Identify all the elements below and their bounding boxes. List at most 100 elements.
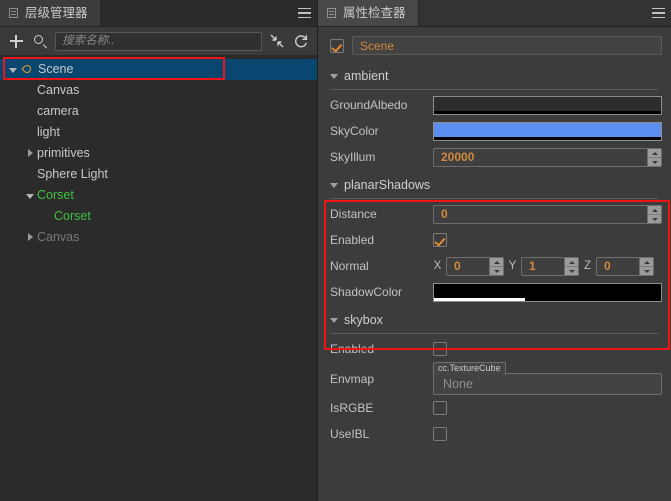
- checkbox-enabled[interactable]: [433, 342, 447, 356]
- property-label: Distance: [330, 207, 377, 221]
- chevron-right-icon[interactable]: [23, 143, 37, 164]
- inspector-menu-button[interactable]: [645, 0, 671, 26]
- number-value: 1: [529, 259, 536, 273]
- stepper-normal-z[interactable]: [639, 257, 653, 275]
- hamburger-menu-icon-bar2: [651, 12, 665, 14]
- property-sections: ambient GroundAlbedo SkyColor SkyIllum 20000…: [326, 66, 662, 447]
- number-value: 20000: [441, 150, 475, 164]
- property-row-shadowcolor: ShadowColor: [326, 279, 662, 305]
- checkbox-isrgbe[interactable]: [433, 401, 447, 415]
- stepper-up-icon[interactable]: [648, 149, 661, 157]
- number-input-normal-z[interactable]: 0: [596, 256, 654, 276]
- property-control: [433, 427, 662, 441]
- node-name-field[interactable]: Scene: [352, 36, 662, 55]
- stepper-normal-x[interactable]: [489, 257, 503, 275]
- section-header-ambient[interactable]: ambient: [326, 66, 662, 86]
- tree-item-light[interactable]: light: [0, 122, 317, 143]
- tab-hierarchy[interactable]: 层级管理器: [0, 0, 101, 26]
- chevron-down-icon[interactable]: [6, 59, 20, 80]
- section-header-planarShadows[interactable]: planarShadows: [326, 175, 662, 195]
- property-row-envmap: Envmap cc.TextureCube None: [326, 362, 662, 395]
- property-label: Normal: [330, 259, 369, 273]
- stepper-normal-y[interactable]: [564, 257, 578, 275]
- tree-item-label: Corset: [37, 188, 74, 203]
- property-control: [433, 401, 662, 415]
- hamburger-menu-icon: [651, 7, 665, 10]
- collapse-all-icon[interactable]: [268, 32, 286, 50]
- stepper-up-icon[interactable]: [648, 206, 661, 214]
- refresh-icon[interactable]: [292, 32, 310, 50]
- tree-item-camera[interactable]: camera: [0, 101, 317, 122]
- stepper-distance[interactable]: [647, 205, 661, 223]
- tree-item-label: primitives: [37, 146, 90, 161]
- tree-item-scene[interactable]: Scene: [0, 59, 317, 80]
- stepper-up-icon[interactable]: [490, 258, 503, 266]
- stepper-up-icon[interactable]: [640, 258, 653, 266]
- color-swatch-shadowcolor[interactable]: [433, 282, 662, 302]
- chevron-down-icon: [330, 182, 338, 188]
- tab-inspector[interactable]: 属性检查器: [318, 0, 419, 26]
- property-row-skycolor: SkyColor: [326, 118, 662, 144]
- tree-item-label: Canvas: [37, 83, 80, 98]
- property-control: cc.TextureCube None: [433, 362, 662, 395]
- section-divider: [330, 89, 658, 90]
- hamburger-menu-icon-bar3: [297, 16, 311, 19]
- stepper-down-icon[interactable]: [648, 213, 661, 223]
- hamburger-menu-icon-bar2: [297, 12, 311, 14]
- section-divider: [330, 333, 658, 334]
- tree-item-label: light: [37, 125, 60, 140]
- tab-inspector-label: 属性检查器: [343, 5, 406, 20]
- tree-item-corset[interactable]: Corset: [0, 206, 317, 227]
- asset-value-box[interactable]: None: [433, 373, 662, 395]
- property-label: IsRGBE: [330, 401, 374, 415]
- stepper-skyillum[interactable]: [647, 148, 661, 166]
- hierarchy-menu-button[interactable]: [291, 0, 317, 26]
- stepper-down-icon[interactable]: [648, 156, 661, 166]
- number-input-skyillum[interactable]: 20000: [433, 147, 662, 167]
- tree-item-corset[interactable]: Corset: [0, 185, 317, 206]
- chevron-down-icon[interactable]: [23, 185, 37, 206]
- section-divider: [330, 198, 658, 199]
- number-input-distance[interactable]: 0: [433, 204, 662, 224]
- property-control: X0Y1Z0: [433, 256, 662, 276]
- search-input[interactable]: [55, 31, 262, 51]
- number-value: 0: [441, 207, 448, 221]
- chevron-right-icon[interactable]: [23, 227, 37, 248]
- alpha-track: [434, 110, 661, 114]
- checkbox-useibl[interactable]: [433, 427, 447, 441]
- section-header-skybox[interactable]: skybox: [326, 310, 662, 330]
- tree-item-canvas[interactable]: Canvas: [0, 80, 317, 101]
- stepper-down-icon[interactable]: [640, 265, 653, 275]
- tree-item-primitives[interactable]: primitives: [0, 143, 317, 164]
- search-icon[interactable]: [31, 32, 49, 50]
- property-control: 20000: [433, 147, 662, 167]
- stepper-down-icon[interactable]: [565, 265, 578, 275]
- tree-item-label: camera: [37, 104, 79, 119]
- chevron-down-icon: [330, 317, 338, 323]
- asset-value: None: [443, 377, 473, 391]
- tree-item-sphere-light[interactable]: Sphere Light: [0, 164, 317, 185]
- property-control: [433, 95, 662, 115]
- hamburger-menu-icon-bar3: [651, 16, 665, 19]
- stepper-down-icon[interactable]: [490, 265, 503, 275]
- property-label: SkyIllum: [330, 150, 376, 164]
- tree-item-label: Canvas: [37, 230, 80, 245]
- node-enabled-checkbox[interactable]: [330, 38, 344, 53]
- hierarchy-toolbar: [0, 27, 317, 56]
- tree-item-canvas[interactable]: Canvas: [0, 227, 317, 248]
- number-input-normal-x[interactable]: 0: [446, 256, 504, 276]
- vector3-control: X0Y1Z0: [433, 256, 662, 276]
- checkbox-enabled[interactable]: [433, 233, 447, 247]
- plus-icon[interactable]: [7, 32, 25, 50]
- color-swatch-groundalbedo[interactable]: [433, 95, 662, 115]
- tree-item-label: Corset: [54, 209, 91, 224]
- color-swatch-skycolor[interactable]: [433, 121, 662, 141]
- number-input-normal-y[interactable]: 1: [521, 256, 579, 276]
- property-control: [433, 282, 662, 302]
- hierarchy-tabbar: 层级管理器: [0, 0, 317, 27]
- asset-type-label: cc.TextureCube: [433, 362, 506, 375]
- stepper-up-icon[interactable]: [565, 258, 578, 266]
